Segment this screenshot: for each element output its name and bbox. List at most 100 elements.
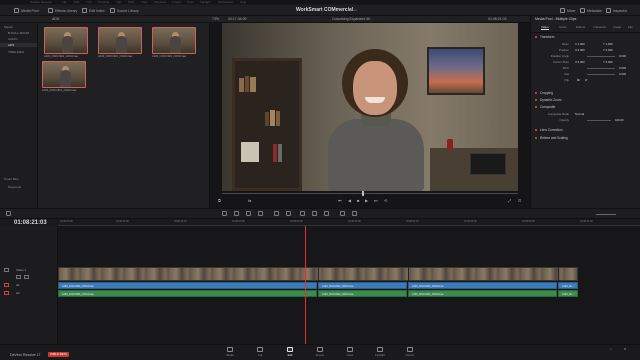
smart-bins-header[interactable]: Smart Bins: [4, 177, 19, 181]
enabled-dot-icon[interactable]: [535, 92, 537, 94]
clip-edit-point[interactable]: [408, 267, 409, 281]
clip-edit-point[interactable]: [558, 267, 559, 281]
metadata-button[interactable]: Metadata: [580, 7, 602, 14]
output-icon[interactable]: ⊡: [518, 198, 521, 203]
page-color[interactable]: Color: [338, 347, 362, 357]
media-pool-button[interactable]: Media Pool: [14, 7, 39, 14]
clip-edit-point[interactable]: [318, 267, 319, 281]
menu-mark[interactable]: Mark: [128, 0, 135, 4]
track-dest-icon[interactable]: [4, 291, 9, 295]
page-media[interactable]: Media: [218, 347, 242, 357]
sound-library-button[interactable]: Sound Library: [110, 7, 139, 14]
menu-app[interactable]: DaVinci Resolve: [30, 0, 52, 4]
match-frame-icon[interactable]: ⇆: [248, 198, 251, 203]
track-visibility-icon[interactable]: [16, 275, 21, 279]
pitch-field[interactable]: 0.000: [619, 66, 626, 70]
video-track-name[interactable]: Video 1: [16, 268, 26, 272]
menu-fairlight[interactable]: Fairlight: [200, 0, 211, 4]
video-frame[interactable]: [222, 23, 518, 191]
jog-left-icon[interactable]: ⏮: [338, 198, 342, 203]
tab-transition[interactable]: Transition: [593, 25, 606, 29]
pitch-slider[interactable]: [587, 68, 615, 69]
cropping-section[interactable]: Cropping: [531, 91, 640, 96]
marker-icon[interactable]: [352, 211, 357, 216]
audio-clip[interactable]: A103_C0...: [558, 290, 578, 297]
menu-trim[interactable]: Trim: [86, 0, 92, 4]
blade-tool-icon[interactable]: [258, 211, 263, 216]
opacity-field[interactable]: 100.00: [615, 118, 624, 122]
audio-clip[interactable]: A103_C004 0921_C003.braw: [408, 290, 557, 297]
position-lock-icon[interactable]: [324, 211, 329, 216]
media-clip[interactable]: A103_C004 0921_C001.braw: [44, 27, 88, 58]
menu-workspace[interactable]: Workspace: [218, 0, 233, 4]
linked-selection-icon[interactable]: [312, 211, 317, 216]
trim-tool-icon[interactable]: [234, 211, 239, 216]
anchor-y-field[interactable]: Y 0.000: [603, 60, 613, 64]
viewer-options-icon[interactable]: ⧉: [218, 198, 221, 203]
edit-index-button[interactable]: Edit Index: [82, 7, 105, 14]
media-clip[interactable]: A103_C004 0921_C004.braw: [42, 61, 86, 92]
lens-correction-section[interactable]: Lens Correction: [531, 128, 640, 133]
play-icon[interactable]: ▶: [365, 198, 368, 203]
zoom-slider[interactable]: [596, 214, 616, 215]
menu-color[interactable]: Color: [187, 0, 194, 4]
retime-scaling-section[interactable]: Retime and Scaling: [531, 136, 640, 141]
tab-audio[interactable]: Audio: [559, 25, 567, 29]
tab-video[interactable]: Video: [541, 25, 549, 30]
menu-playback[interactable]: Playback: [154, 0, 166, 4]
bin-item-timelines[interactable]: TIMELINES: [8, 50, 24, 54]
play-reverse-icon[interactable]: ◀: [348, 198, 351, 203]
jog-right-icon[interactable]: ⏭: [374, 198, 378, 203]
flag-icon[interactable]: [340, 211, 345, 216]
page-fusion[interactable]: Fusion: [308, 347, 332, 357]
menu-edit[interactable]: Edit: [74, 0, 79, 4]
smart-bin-keywords[interactable]: Keywords: [8, 185, 21, 189]
opacity-slider[interactable]: [587, 120, 611, 121]
yaw-field[interactable]: 0.000: [619, 72, 626, 76]
rotation-field[interactable]: 0.000: [619, 54, 626, 58]
fullscreen-icon[interactable]: ⤢: [508, 198, 511, 203]
bin-item-ads[interactable]: ADS: [0, 43, 37, 47]
insert-clip-icon[interactable]: [274, 211, 279, 216]
track-lock-icon[interactable]: [4, 268, 9, 272]
menu-fusion[interactable]: Fusion: [172, 0, 181, 4]
media-clip[interactable]: A103_C004 0921_C002.braw: [98, 27, 142, 58]
audio-clip[interactable]: A103_C004 0921_C001.braw: [58, 290, 317, 297]
timeline-view-icon[interactable]: [6, 211, 11, 216]
track-auto-select-icon[interactable]: [24, 275, 29, 279]
audio-clip[interactable]: A103_C004 0921_C001.braw: [58, 282, 317, 289]
timeline-ruler[interactable]: 01:08:08:00 01:08:12:00 01:08:16:00 01:0…: [58, 219, 640, 226]
page-edit[interactable]: Edit: [278, 347, 302, 357]
audio-clip[interactable]: A103_C004 0921_C003.braw: [408, 282, 557, 289]
composite-section[interactable]: Composite: [531, 105, 640, 110]
flip-horizontal-icon[interactable]: ⇋: [577, 78, 579, 82]
playhead[interactable]: [305, 226, 306, 344]
inspector-button[interactable]: Inspector: [606, 7, 627, 14]
transform-section[interactable]: Transform: [531, 35, 640, 40]
audio-clip[interactable]: A103_C004 0921_C002.braw: [318, 290, 407, 297]
media-clip[interactable]: A103_C004 0921_C003.braw: [152, 27, 196, 58]
audio-clip[interactable]: A103_C0...: [558, 282, 578, 289]
rotation-slider[interactable]: [587, 56, 615, 57]
menu-file[interactable]: File: [62, 0, 67, 4]
stop-icon[interactable]: ■: [357, 198, 359, 203]
anchor-x-field[interactable]: X 0.000: [575, 60, 585, 64]
loop-icon[interactable]: ⟲: [384, 198, 387, 203]
scrubber-handle[interactable]: [362, 191, 364, 196]
home-icon[interactable]: ⌂: [606, 347, 616, 351]
flip-vertical-icon[interactable]: ⇵: [585, 78, 587, 82]
tab-file[interactable]: File: [628, 25, 633, 29]
menu-view[interactable]: View: [141, 0, 147, 4]
position-x-field[interactable]: X 0.000: [575, 48, 585, 52]
composite-mode-select[interactable]: Normal: [575, 112, 584, 116]
tab-image[interactable]: Image: [613, 25, 621, 29]
snapping-icon[interactable]: [300, 211, 305, 216]
mixer-button[interactable]: Mixer: [560, 7, 576, 14]
zoom-x-field[interactable]: X 1.000: [575, 42, 585, 46]
enabled-dot-icon[interactable]: [535, 106, 537, 108]
audio-clip[interactable]: A103_C004 0921_C002.braw: [318, 282, 407, 289]
menu-help[interactable]: Help: [240, 0, 246, 4]
audio-track-2-name[interactable]: A2: [16, 291, 20, 295]
enabled-dot-icon[interactable]: [535, 137, 537, 139]
yaw-slider[interactable]: [587, 74, 615, 75]
